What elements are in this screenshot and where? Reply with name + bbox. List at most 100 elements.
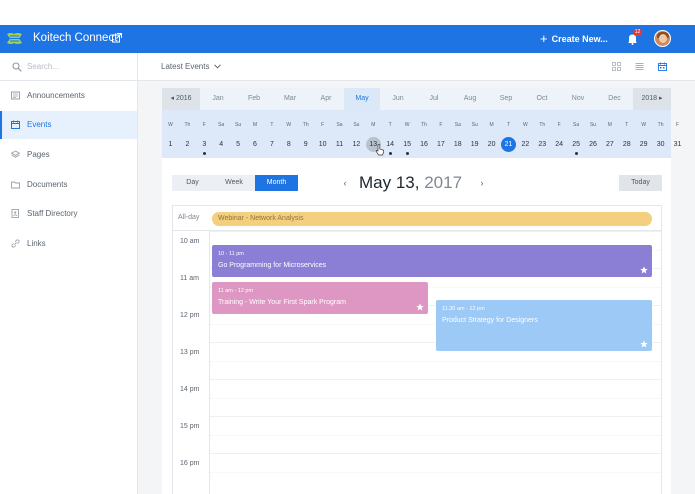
- day-cell[interactable]: Th 2: [179, 110, 196, 158]
- day-number: 17: [436, 141, 445, 148]
- day-number: 29: [639, 141, 648, 148]
- event-indicator-dot: [388, 152, 392, 155]
- all-day-event[interactable]: Webinar - Network Analysis: [212, 212, 652, 226]
- sidebar-item-announcements[interactable]: Announcements: [0, 82, 137, 110]
- day-cell[interactable]: W1: [162, 110, 179, 158]
- day-cell[interactable]: F 24: [551, 110, 568, 158]
- month-apr[interactable]: Apr: [308, 88, 344, 110]
- day-cell[interactable]: Su 5: [230, 110, 247, 158]
- event-time: 10 - 11 pm: [218, 251, 244, 257]
- view-day-button[interactable]: Day: [172, 175, 213, 191]
- notification-badge: 12: [633, 29, 642, 36]
- month-jun[interactable]: Jun: [380, 88, 416, 110]
- date-year: 2017: [424, 173, 463, 192]
- day-of-week-label: W: [523, 122, 528, 128]
- day-cell[interactable]: W 22: [517, 110, 534, 158]
- month-nov[interactable]: Nov: [560, 88, 596, 110]
- month-may[interactable]: May: [344, 88, 380, 110]
- day-of-week-label: M: [252, 122, 258, 128]
- month-sep[interactable]: Sep: [488, 88, 524, 110]
- star-icon[interactable]: [640, 266, 648, 274]
- view-week-button[interactable]: Week: [213, 175, 255, 191]
- day-cell[interactable]: Sa 25: [568, 110, 585, 158]
- search-input[interactable]: Search...: [27, 62, 59, 71]
- day-cell[interactable]: W8: [280, 110, 297, 158]
- sidebar-item-events[interactable]: Events: [0, 111, 137, 139]
- day-cell[interactable]: Th 9: [297, 110, 314, 158]
- day-cell[interactable]: M6: [247, 110, 264, 158]
- next-day-chevron-icon[interactable]: ›: [478, 179, 486, 188]
- day-cell[interactable]: F3: [196, 110, 213, 158]
- day-of-week-label: W: [168, 122, 173, 128]
- hour-label: 16 pm: [180, 460, 200, 467]
- next-year-button[interactable]: 2018 ▸: [633, 88, 671, 110]
- day-cell[interactable]: T 28: [618, 110, 635, 158]
- day-number: 7: [269, 141, 274, 148]
- event-time: 11 am - 12 pm: [218, 288, 254, 294]
- day-cell[interactable]: Th 16: [416, 110, 433, 158]
- calendar-view-icon[interactable]: [658, 62, 667, 71]
- event-go-programming[interactable]: 10 - 11 pm Go Programming for Microservi…: [212, 245, 652, 277]
- day-cell[interactable]: W 15: [399, 110, 416, 158]
- day-cell[interactable]: Sa 4: [213, 110, 230, 158]
- day-cell[interactable]: W 29: [635, 110, 652, 158]
- sidebar-item-links[interactable]: Links: [0, 230, 137, 258]
- list-view-icon[interactable]: [635, 62, 644, 71]
- day-cell[interactable]: Th 30: [652, 110, 669, 158]
- day-of-week-label: W: [286, 122, 292, 128]
- day-strip: W 1 Th 2 F 3 Sa 4 Su 5 M 6 T 7 W 8 Th 9 F 10 Sa 11 Su 12 M 13 T 14 W…: [162, 110, 681, 158]
- create-new-button[interactable]: + Create New...: [540, 32, 608, 46]
- day-cell[interactable]: Su 19: [466, 110, 483, 158]
- sidebar-item-pages[interactable]: Pages: [0, 141, 137, 169]
- day-cell[interactable]: T 21: [500, 110, 517, 158]
- day-number: 20: [487, 141, 496, 148]
- day-cell[interactable]: M 20: [483, 110, 500, 158]
- day-cell[interactable]: M 27: [601, 110, 618, 158]
- month-feb[interactable]: Feb: [236, 88, 272, 110]
- month-jan[interactable]: Jan: [200, 88, 236, 110]
- day-number: 23: [538, 141, 547, 148]
- day-of-week-label: Su: [471, 122, 478, 128]
- day-cell[interactable]: T7: [263, 110, 280, 158]
- day-cell[interactable]: Sa 18: [449, 110, 466, 158]
- time-gutter: [173, 231, 210, 494]
- day-cell[interactable]: F 17: [432, 110, 449, 158]
- event-spark-training[interactable]: 11 am - 12 pm Training - Write Your Firs…: [212, 282, 428, 314]
- sidebar: Search... Announcements Events Pages Doc…: [0, 53, 138, 494]
- month-aug[interactable]: Aug: [452, 88, 488, 110]
- chevron-down-icon: [214, 64, 222, 69]
- event-product-strategy[interactable]: 11.30 am - 12 pm Product Strategy for De…: [436, 300, 652, 351]
- prev-day-chevron-icon[interactable]: ‹: [341, 179, 349, 188]
- day-cell[interactable]: Su 12: [348, 110, 365, 158]
- day-number: 28: [622, 141, 631, 148]
- day-of-week-label: Th: [184, 122, 191, 128]
- star-icon[interactable]: [640, 340, 648, 348]
- hour-row[interactable]: [210, 379, 661, 416]
- day-number: 21: [501, 137, 516, 152]
- koitech-fish-logo-icon[interactable]: [6, 30, 23, 47]
- latest-events-dropdown[interactable]: Latest Events: [161, 62, 222, 71]
- app-title[interactable]: Koitech Connect: [33, 32, 117, 44]
- day-cell[interactable]: F 31: [669, 110, 686, 158]
- external-link-icon[interactable]: [112, 33, 122, 43]
- day-cell[interactable]: Su 26: [585, 110, 602, 158]
- day-of-week-label: M: [489, 122, 494, 128]
- sidebar-search[interactable]: Search...: [0, 53, 137, 81]
- star-icon[interactable]: [416, 303, 424, 311]
- hour-row[interactable]: [210, 453, 661, 490]
- day-cell[interactable]: Sa 11: [331, 110, 348, 158]
- day-cell[interactable]: F 10: [314, 110, 331, 158]
- user-avatar[interactable]: [654, 30, 671, 47]
- view-month-button[interactable]: Month: [255, 175, 298, 191]
- month-oct[interactable]: Oct: [524, 88, 560, 110]
- hour-row[interactable]: [210, 416, 661, 453]
- grid-view-icon[interactable]: [612, 62, 621, 71]
- day-cell[interactable]: Th 23: [534, 110, 551, 158]
- month-jul[interactable]: Jul: [416, 88, 452, 110]
- sidebar-item-staff-directory[interactable]: Staff Directory: [0, 200, 137, 228]
- month-mar[interactable]: Mar: [272, 88, 308, 110]
- sidebar-item-documents[interactable]: Documents: [0, 171, 137, 199]
- today-button[interactable]: Today: [619, 175, 662, 191]
- prev-year-button[interactable]: ◂ 2016: [162, 88, 200, 110]
- month-dec[interactable]: Dec: [596, 88, 633, 110]
